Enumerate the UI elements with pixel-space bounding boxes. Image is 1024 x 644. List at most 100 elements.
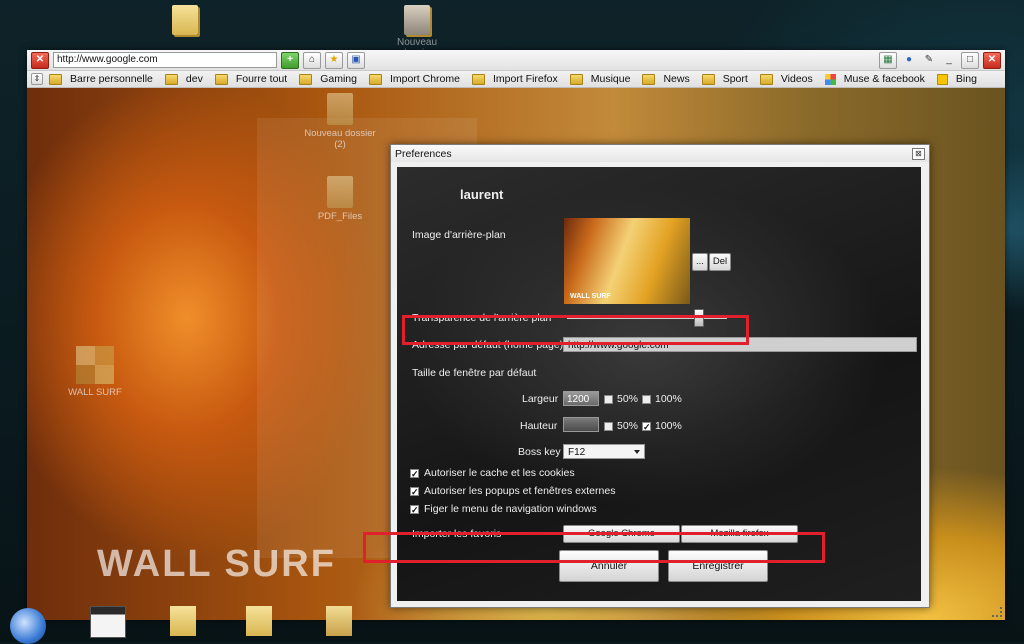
- popups-label: Autoriser les popups et fenêtres externe…: [424, 485, 616, 497]
- cache-label: Autoriser le cache et les cookies: [424, 467, 575, 479]
- bookmark-item[interactable]: Gaming: [293, 73, 363, 85]
- width-50-checkbox[interactable]: [604, 395, 613, 404]
- user-name: laurent: [460, 187, 504, 202]
- close-icon[interactable]: ⊠: [912, 147, 925, 160]
- height-label: Hauteur: [520, 420, 558, 432]
- height-input[interactable]: [563, 417, 599, 432]
- wallsurf-logo: WALL SURF: [97, 543, 336, 585]
- bookmark-label: News: [663, 73, 690, 85]
- taskbar-folder-icon[interactable]: [170, 606, 196, 636]
- save-icon[interactable]: ▣: [347, 51, 365, 69]
- bookmark-item[interactable]: Barre personnelle: [43, 73, 159, 85]
- width-100-label: 100%: [655, 393, 682, 405]
- bookmark-label: Barre personnelle: [70, 73, 153, 85]
- inner-shortcut-wallsurf[interactable]: WALL SURF: [55, 346, 135, 398]
- toggle-bookmarks-icon[interactable]: ⇕: [31, 73, 43, 85]
- delete-background-button[interactable]: Del: [709, 253, 731, 271]
- browse-button[interactable]: ...: [692, 253, 708, 271]
- folder-icon: [172, 5, 198, 35]
- bookmark-item[interactable]: dev: [159, 73, 209, 85]
- folder-icon: [327, 93, 353, 125]
- home-icon[interactable]: ⌂: [303, 51, 321, 69]
- folder-label: Nouveau dossier (2): [304, 128, 376, 150]
- browser-window: ✕ http://www.google.com + ⌂ ★ ▣ ▦ ● ✎ _ …: [27, 50, 1005, 620]
- user-icon[interactable]: ●: [901, 53, 917, 68]
- bookmark-item[interactable]: News: [636, 73, 695, 85]
- folder-icon: [368, 73, 382, 85]
- folder-icon: [164, 73, 178, 85]
- bookmark-label: Import Chrome: [389, 73, 460, 85]
- folder-icon: [759, 73, 773, 85]
- height-100-checkbox[interactable]: ✓: [642, 422, 651, 432]
- folder-label: PDF_Files: [317, 211, 363, 222]
- bookmark-item[interactable]: Import Chrome: [363, 73, 466, 85]
- desktop-folder-icon[interactable]: [150, 5, 220, 35]
- highlight-import: [363, 532, 825, 563]
- bookmark-label: Gaming: [320, 73, 357, 85]
- folder-icon: [299, 73, 313, 85]
- url-field[interactable]: http://www.google.com: [53, 52, 277, 68]
- folder-icon: [214, 73, 228, 85]
- bookmark-item[interactable]: Muse & facebook: [819, 73, 931, 85]
- height-50-label: 50%: [617, 420, 639, 432]
- resize-grip[interactable]: [992, 607, 1002, 617]
- wrench-icon[interactable]: ✎: [921, 53, 937, 68]
- chevron-down-icon: [634, 450, 640, 454]
- maximize-icon[interactable]: □: [961, 51, 979, 69]
- highlight-transparency: [402, 315, 749, 345]
- bookmark-item[interactable]: Videos: [754, 73, 819, 85]
- wallsurf-app-icon: [76, 346, 114, 384]
- bookmark-item[interactable]: Sport: [696, 73, 754, 85]
- background-image-label: Image d'arrière-plan: [412, 229, 506, 241]
- width-100-checkbox[interactable]: [642, 395, 651, 404]
- folder-icon: [404, 5, 430, 35]
- minimize-icon[interactable]: _: [941, 53, 957, 68]
- folder-icon: [327, 176, 353, 208]
- inner-folder-pdf[interactable]: PDF_Files: [300, 176, 380, 222]
- boss-key-select[interactable]: F12: [563, 444, 645, 459]
- taskbar-folder-icon[interactable]: [246, 606, 272, 636]
- width-label: Largeur: [522, 393, 559, 405]
- taskbar-media-icon[interactable]: [326, 606, 352, 636]
- cache-checkbox[interactable]: ✓: [410, 469, 419, 479]
- bookmark-item[interactable]: Bing: [931, 73, 983, 85]
- folder-icon: [49, 73, 62, 85]
- bookmark-label: Bing: [955, 73, 977, 85]
- width-input[interactable]: 1200: [563, 391, 599, 406]
- bookmark-label: Fourre tout: [235, 73, 288, 85]
- bookmarks-bar: ⇕ Barre personnelle dev Fourre tout Gami…: [27, 71, 1005, 88]
- folder-icon: [471, 73, 485, 85]
- popups-checkbox[interactable]: ✓: [410, 487, 419, 497]
- browser-toolbar: ✕ http://www.google.com + ⌂ ★ ▣ ▦ ● ✎ _ …: [27, 50, 1005, 71]
- close-window-icon[interactable]: ✕: [983, 51, 1001, 69]
- height-50-checkbox[interactable]: [604, 422, 613, 431]
- bookmark-item[interactable]: Fourre tout: [209, 73, 293, 85]
- folder-icon: [701, 73, 715, 85]
- taskbar-window-icon[interactable]: [90, 606, 126, 638]
- freeze-menu-checkbox[interactable]: ✓: [410, 505, 419, 515]
- dialog-titlebar: Preferences ⊠: [391, 145, 929, 162]
- bookmark-label: Musique: [590, 73, 631, 85]
- star-icon[interactable]: ★: [325, 51, 343, 69]
- folder-icon: [569, 73, 583, 85]
- boss-key-value: F12: [568, 447, 586, 458]
- page-content: Nouveau dossier (2) PDF_Files WALL SURF …: [27, 88, 1005, 620]
- add-icon[interactable]: +: [281, 51, 299, 69]
- taskbar-start-icon[interactable]: [10, 608, 46, 644]
- shortcut-label: WALL SURF: [68, 387, 122, 398]
- bookmark-label: Muse & facebook: [843, 73, 925, 85]
- bing-icon: [936, 73, 948, 85]
- grid-icon[interactable]: ▦: [879, 51, 897, 69]
- boss-key-label: Boss key: [518, 446, 561, 458]
- folder-icon: [642, 73, 656, 85]
- close-tab-icon[interactable]: ✕: [31, 51, 49, 69]
- window-size-label: Taille de fenêtre par défaut: [412, 367, 537, 379]
- grid-icon: [824, 73, 836, 85]
- background-thumbnail[interactable]: WALL SURF: [564, 218, 690, 304]
- bookmark-item[interactable]: Import Firefox: [466, 73, 564, 85]
- inner-folder-nouveau[interactable]: Nouveau dossier (2): [300, 93, 380, 150]
- dialog-title: Preferences: [395, 147, 452, 160]
- bookmark-item[interactable]: Musique: [564, 73, 637, 85]
- bookmark-label: Import Firefox: [492, 73, 558, 85]
- bookmark-label: dev: [185, 73, 203, 85]
